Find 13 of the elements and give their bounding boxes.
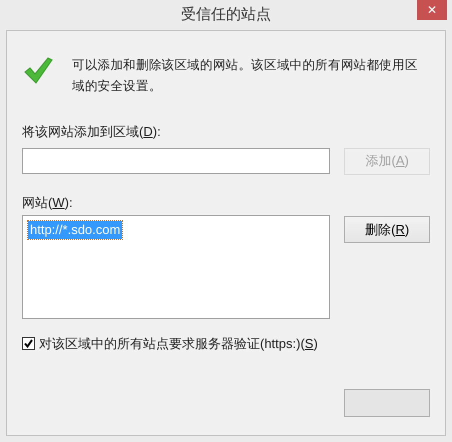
site-input-field[interactable]	[22, 148, 330, 174]
close-button[interactable]: ✕	[417, 0, 447, 20]
sites-label: 网站(W):	[22, 194, 73, 212]
checkmark-icon	[23, 55, 53, 85]
sites-list[interactable]: http://*.sdo.com	[22, 215, 330, 319]
remove-button[interactable]: 删除(R)	[344, 216, 430, 243]
window-title: 受信任的站点	[181, 4, 271, 25]
checkbox[interactable]	[22, 337, 35, 350]
site-item[interactable]: http://*.sdo.com	[28, 221, 122, 239]
dialog-button[interactable]	[344, 389, 430, 417]
info-text: 可以添加和删除该区域的网站。该区域中的所有网站都使用区域的安全设置。	[72, 57, 419, 95]
field-label: 将该网站添加到区域(D):	[22, 123, 161, 141]
checkbox-label: 对该区域中的所有站点要求服务器验证(https:)(S)	[39, 335, 318, 353]
